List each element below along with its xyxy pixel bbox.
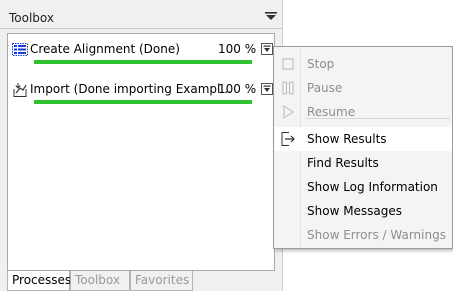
play-icon xyxy=(283,105,294,119)
menu-item-label: Show Errors / Warnings xyxy=(307,228,446,242)
context-menu: Stop Pause Resume Show Results Find Resu… xyxy=(273,46,453,249)
menu-item-label: Pause xyxy=(307,81,343,95)
menu-item-label: Find Results xyxy=(307,156,379,170)
process-menu-icon[interactable] xyxy=(261,83,273,95)
menu-item-pause[interactable]: Pause xyxy=(275,76,452,100)
process-row-import[interactable]: Import (Done importing Exampl... 100 % xyxy=(8,78,276,104)
process-list: Create Alignment (Done) 100 % Import (Do… xyxy=(7,33,275,271)
alignment-icon xyxy=(12,43,28,56)
panel-header: Toolbox xyxy=(0,0,282,27)
menu-separator xyxy=(306,118,450,119)
menu-item-show-errors[interactable]: Show Errors / Warnings xyxy=(275,223,452,247)
process-row-alignment[interactable]: Create Alignment (Done) 100 % xyxy=(8,38,276,64)
menu-item-label: Show Results xyxy=(307,132,387,146)
menu-item-show-results[interactable]: Show Results xyxy=(275,127,452,151)
panel-header-divider xyxy=(0,28,282,29)
progress-fill xyxy=(34,60,252,64)
process-name: Create Alignment (Done) xyxy=(30,42,180,56)
menu-item-show-log[interactable]: Show Log Information xyxy=(275,175,452,199)
pause-icon xyxy=(282,81,294,95)
panel-title: Toolbox xyxy=(9,11,54,25)
menu-item-label: Resume xyxy=(307,105,356,119)
menu-item-stop[interactable]: Stop xyxy=(275,52,452,76)
menu-item-label: Stop xyxy=(307,57,335,71)
progress-fill xyxy=(34,100,252,104)
process-percent: 100 % xyxy=(218,82,257,96)
import-icon xyxy=(13,83,27,97)
menu-item-label: Show Messages xyxy=(307,204,403,218)
menu-item-label: Show Log Information xyxy=(307,180,438,194)
progress-bar xyxy=(34,60,252,64)
process-menu-icon[interactable] xyxy=(261,43,273,55)
process-name: Import (Done importing Exampl... xyxy=(30,82,232,96)
menu-item-resume[interactable]: Resume xyxy=(275,100,452,124)
tab-toolbox[interactable]: Toolbox xyxy=(70,271,130,291)
process-percent: 100 % xyxy=(218,42,257,56)
stop-icon xyxy=(282,58,294,70)
show-results-icon xyxy=(281,132,295,146)
panel-menu-icon[interactable] xyxy=(264,9,278,23)
menu-item-find-results[interactable]: Find Results xyxy=(275,151,452,175)
progress-bar xyxy=(34,100,252,104)
tab-processes[interactable]: Processes xyxy=(7,271,71,291)
menu-item-show-messages[interactable]: Show Messages xyxy=(275,199,452,223)
tab-favorites[interactable]: Favorites xyxy=(130,271,193,291)
